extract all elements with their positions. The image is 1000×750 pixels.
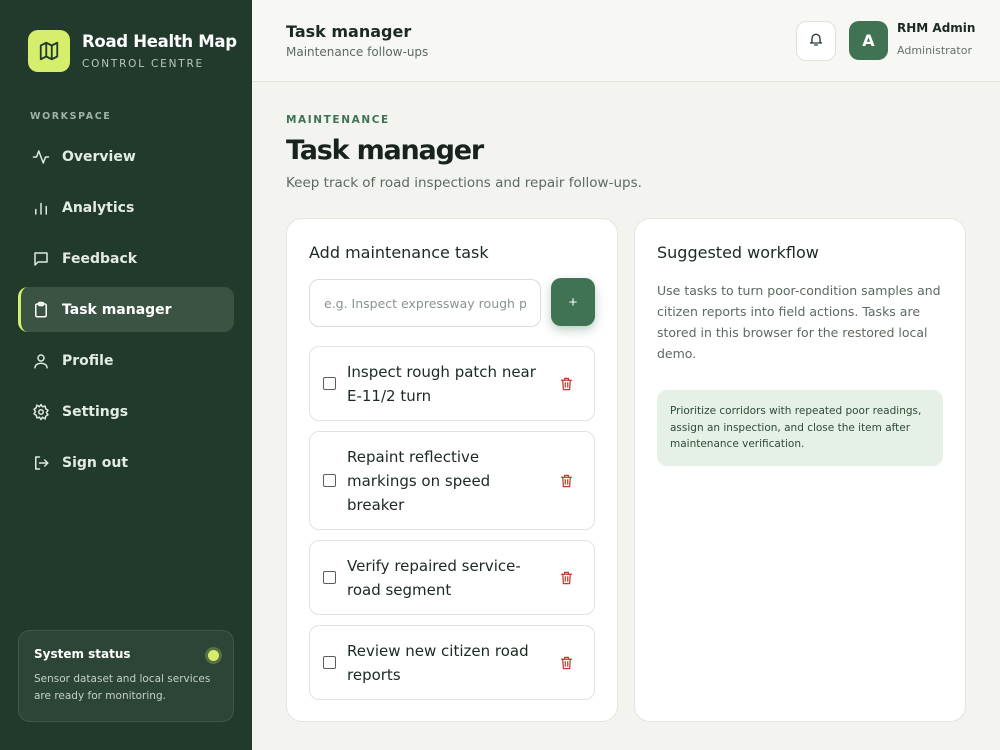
task-item: Repaint reflective markings on speed bre… (309, 431, 595, 530)
avatar[interactable]: A (849, 21, 888, 60)
workspace-label: WORKSPACE (30, 111, 112, 122)
gear-icon (32, 403, 50, 421)
sidebar-item-overview[interactable]: Overview (18, 134, 234, 179)
task-input[interactable] (309, 279, 541, 327)
sidebar-item-label: Task manager (62, 301, 172, 318)
task-text: Repaint reflective markings on speed bre… (347, 448, 491, 514)
status-indicator (208, 650, 219, 661)
trash-icon[interactable] (558, 655, 574, 671)
trash-icon[interactable] (558, 570, 574, 586)
add-task-title: Add maintenance task (309, 243, 489, 262)
task-text: Review new citizen road reports (347, 642, 529, 684)
sidebar-item-label: Profile (62, 352, 114, 369)
workflow-title: Suggested workflow (657, 243, 819, 262)
system-status-card: System status Sensor dataset and local s… (18, 630, 234, 722)
activity-icon (32, 148, 50, 166)
sidebar-item-label: Analytics (62, 199, 135, 216)
task-checkbox[interactable] (323, 571, 336, 584)
trash-icon[interactable] (558, 376, 574, 392)
sidebar-item-sign-out[interactable]: Sign out (18, 440, 234, 485)
user-icon (32, 352, 50, 370)
task-item: Verify repaired service-road segment (309, 540, 595, 615)
status-title: System status (34, 647, 131, 661)
sidebar-item-label: Settings (62, 403, 129, 420)
page-description: Keep track of road inspections and repai… (286, 175, 642, 191)
sidebar-item-label: Overview (62, 148, 136, 165)
sidebar-item-analytics[interactable]: Analytics (18, 185, 234, 230)
sidebar-item-label: Sign out (62, 454, 129, 471)
clipboard-icon (32, 301, 50, 319)
user-role: Administrator (897, 44, 972, 57)
add-task-card: Add maintenance task + Inspect rough pat… (286, 218, 618, 722)
top-bar: Task manager Maintenance follow-ups A RH… (252, 0, 1000, 82)
bar-chart-icon (32, 199, 50, 217)
add-task-button[interactable]: + (551, 278, 595, 326)
section-eyebrow: MAINTENANCE (286, 114, 390, 126)
brand-title: Road Health Map (82, 32, 237, 51)
sidebar-item-label: Feedback (62, 250, 138, 267)
header-subtitle: Maintenance follow-ups (286, 45, 429, 59)
task-text: Inspect rough patch near E-11/2 turn (347, 363, 536, 405)
task-checkbox[interactable] (323, 656, 336, 669)
notifications-button[interactable] (796, 21, 836, 61)
sidebar-item-settings[interactable]: Settings (18, 389, 234, 434)
task-item: Review new citizen road reports (309, 625, 595, 700)
status-text: Sensor dataset and local services are re… (34, 673, 211, 702)
sidebar: Road Health Map CONTROL CENTRE WORKSPACE… (0, 0, 252, 750)
user-name: RHM Admin (897, 21, 976, 35)
header-title: Task manager (286, 22, 412, 41)
sidebar-nav: Overview Analytics Feedback Task manager… (18, 134, 234, 491)
message-square-icon (32, 250, 50, 268)
sidebar-item-profile[interactable]: Profile (18, 338, 234, 383)
task-checkbox[interactable] (323, 377, 336, 390)
sidebar-item-feedback[interactable]: Feedback (18, 236, 234, 281)
workflow-card: Suggested workflow Use tasks to turn poo… (634, 218, 966, 722)
task-item: Inspect rough patch near E-11/2 turn (309, 346, 595, 421)
workflow-text: Use tasks to turn poor-condition samples… (657, 283, 941, 361)
log-out-icon (32, 454, 50, 472)
task-checkbox[interactable] (323, 474, 336, 487)
page-title: Task manager (286, 135, 484, 166)
trash-icon[interactable] (558, 473, 574, 489)
workflow-note: Prioritize corridors with repeated poor … (657, 390, 943, 466)
map-icon (28, 30, 70, 72)
brand-subtitle: CONTROL CENTRE (82, 58, 204, 70)
task-text: Verify repaired service-road segment (347, 557, 521, 599)
brand[interactable]: Road Health Map CONTROL CENTRE (28, 30, 237, 72)
bell-icon (808, 31, 824, 51)
sidebar-item-task-manager[interactable]: Task manager (18, 287, 234, 332)
